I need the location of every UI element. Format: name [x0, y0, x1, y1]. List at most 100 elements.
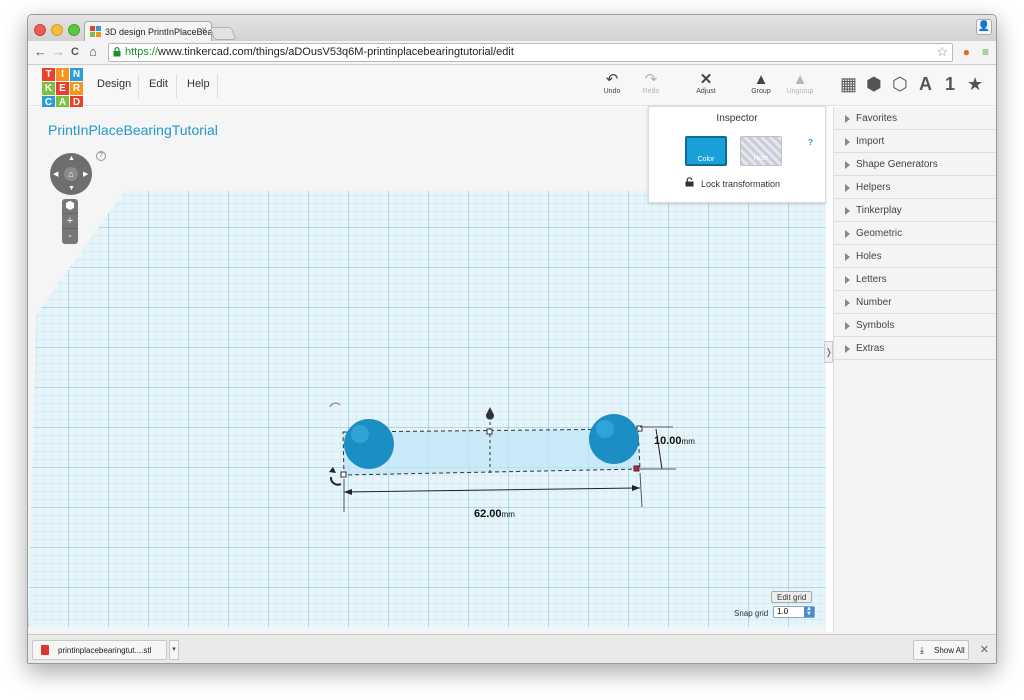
- category-shape-generators[interactable]: Shape Generators: [834, 153, 996, 176]
- url-text: www.tinkercad.com/things/aDOusV53q6M-pri…: [158, 46, 514, 58]
- zoom-controls: ⬢ + -: [62, 199, 78, 244]
- lock-transformation-label[interactable]: Lock transformation: [701, 179, 780, 189]
- sphere-left[interactable]: [344, 419, 394, 469]
- numbers-icon[interactable]: 1: [945, 74, 955, 95]
- category-holes[interactable]: Holes: [834, 245, 996, 268]
- snap-grid-select[interactable]: 1.0 ▲ ▼: [773, 606, 815, 618]
- close-window-button[interactable]: [34, 24, 46, 36]
- sphere-right-highlight: [596, 420, 614, 438]
- logo-letter: R: [70, 82, 83, 95]
- design-title[interactable]: PrintInPlaceBearingTutorial: [48, 122, 218, 138]
- download-item[interactable]: printinplacebearingtut....stl: [32, 640, 167, 660]
- zoom-in-button[interactable]: +: [62, 214, 78, 229]
- undo-label: Undo: [603, 88, 621, 95]
- tinkercad-favicon-icon: [90, 26, 101, 37]
- logo-letter: T: [42, 68, 55, 81]
- tinkercad-app: T I N K E R C A D Design Edit Help ↶ Und…: [28, 66, 996, 632]
- length-dimension-label[interactable]: 62.00mm: [474, 508, 515, 520]
- favorites-star-icon[interactable]: ★: [967, 74, 983, 95]
- flame-icon[interactable]: ●: [963, 45, 970, 59]
- category-extras[interactable]: Extras: [834, 337, 996, 360]
- category-number[interactable]: Number: [834, 291, 996, 314]
- category-helpers[interactable]: Helpers: [834, 176, 996, 199]
- undo-icon: ↶: [605, 71, 619, 88]
- width-value[interactable]: 10.00: [654, 435, 682, 447]
- tab-title: 3D design PrintInPlaceBea: [105, 27, 212, 37]
- stepper-icon[interactable]: ▲ ▼: [804, 606, 814, 617]
- logo-letter: I: [56, 68, 69, 81]
- pan-up-icon[interactable]: ▲: [68, 155, 75, 162]
- length-value[interactable]: 62.00: [474, 508, 502, 520]
- pan-right-icon[interactable]: ▶: [83, 170, 88, 178]
- shapes-panel: Favorites Import Shape Generators Helper…: [833, 107, 996, 632]
- new-tab-button[interactable]: [209, 27, 237, 40]
- resize-handle[interactable]: [340, 471, 347, 478]
- menu-divider: [217, 74, 218, 98]
- category-import[interactable]: Import: [834, 130, 996, 153]
- corner-resize-handle[interactable]: [633, 465, 640, 472]
- category-symbols[interactable]: Symbols: [834, 314, 996, 337]
- sphere-left-highlight: [351, 425, 369, 443]
- lock-icon[interactable]: [685, 177, 694, 187]
- category-geometric[interactable]: Geometric: [834, 222, 996, 245]
- redo-button[interactable]: ↷ Redo: [631, 71, 671, 96]
- browser-toolbar: ← → C ⌂ https://www.tinkercad.com/things…: [28, 41, 996, 65]
- collapse-panel-icon[interactable]: ❭: [824, 341, 833, 363]
- url-scheme: https://: [125, 46, 159, 58]
- category-tinkerplay[interactable]: Tinkerplay: [834, 199, 996, 222]
- pan-down-icon[interactable]: ▼: [68, 185, 75, 192]
- menu-design[interactable]: Design: [97, 78, 131, 90]
- fit-view-icon[interactable]: ⬢: [62, 199, 78, 214]
- resize-handle[interactable]: [486, 428, 493, 435]
- redo-label: Redo: [642, 88, 660, 95]
- group-button[interactable]: ▲ Group: [741, 72, 781, 96]
- hole-swatch-button[interactable]: Hole: [740, 136, 782, 166]
- tab-close-icon[interactable]: ×: [201, 25, 207, 36]
- redo-icon: ↷: [644, 71, 658, 88]
- category-letters[interactable]: Letters: [834, 268, 996, 291]
- forward-icon[interactable]: →: [52, 44, 65, 59]
- view-cube-navigation[interactable]: ▲ ▼ ◀ ▶ ⌂: [50, 153, 92, 195]
- inspector-panel: Inspector Color Hole ? Lock transformati…: [648, 106, 826, 203]
- home-icon[interactable]: ⌂: [89, 44, 97, 59]
- download-icon: ⤓: [920, 645, 924, 655]
- menu-divider: [138, 74, 139, 98]
- view-help-icon[interactable]: ?: [96, 151, 106, 161]
- browser-tab[interactable]: 3D design PrintInPlaceBea ×: [84, 21, 212, 41]
- profile-icon[interactable]: 👤: [976, 19, 992, 35]
- show-all-downloads-button[interactable]: ⤓ Show All: [913, 640, 969, 660]
- undo-button[interactable]: ↶ Undo: [592, 71, 632, 96]
- minimize-window-button[interactable]: [51, 24, 63, 36]
- length-unit: mm: [501, 510, 515, 519]
- category-favorites[interactable]: Favorites: [834, 107, 996, 130]
- home-view-icon[interactable]: ⌂: [64, 167, 78, 181]
- zoom-window-button[interactable]: [68, 24, 80, 36]
- wireframe-box-icon[interactable]: ⬡: [892, 74, 908, 95]
- box-view-icon[interactable]: ⬢: [866, 74, 882, 95]
- back-icon[interactable]: ←: [34, 44, 47, 59]
- address-bar[interactable]: https://www.tinkercad.com/things/aDOusV5…: [108, 43, 953, 62]
- letters-icon[interactable]: A: [919, 74, 932, 95]
- menu-help[interactable]: Help: [187, 78, 210, 90]
- color-swatch-button[interactable]: Color: [685, 136, 727, 166]
- browser-window: 3D design PrintInPlaceBea × 👤 ← → C ⌂ ht…: [27, 14, 997, 664]
- reload-icon[interactable]: C: [71, 46, 79, 58]
- download-menu-arrow-icon[interactable]: ▾: [169, 640, 179, 660]
- bookmark-star-icon[interactable]: ☆: [936, 44, 948, 60]
- adjust-icon: ✕: [699, 71, 713, 88]
- adjust-button[interactable]: ✕ Adjust: [686, 71, 726, 96]
- zoom-out-button[interactable]: -: [62, 229, 78, 244]
- logo-letter: K: [42, 82, 55, 95]
- menu-icon[interactable]: ≡: [982, 45, 989, 59]
- tinkercad-logo[interactable]: T I N K E R C A D: [42, 68, 84, 110]
- edit-grid-button[interactable]: Edit grid: [771, 591, 813, 603]
- sphere-right[interactable]: [589, 414, 639, 464]
- width-unit: mm: [681, 437, 695, 446]
- grid-view-icon[interactable]: ▦: [840, 74, 857, 95]
- close-downloads-icon[interactable]: ✕: [980, 643, 989, 656]
- width-dimension-label[interactable]: 10.00mm: [654, 435, 695, 447]
- ungroup-button[interactable]: ▲ Ungroup: [780, 72, 820, 96]
- inspector-help-icon[interactable]: ?: [808, 138, 813, 147]
- pan-left-icon[interactable]: ◀: [53, 170, 58, 178]
- menu-edit[interactable]: Edit: [149, 78, 168, 90]
